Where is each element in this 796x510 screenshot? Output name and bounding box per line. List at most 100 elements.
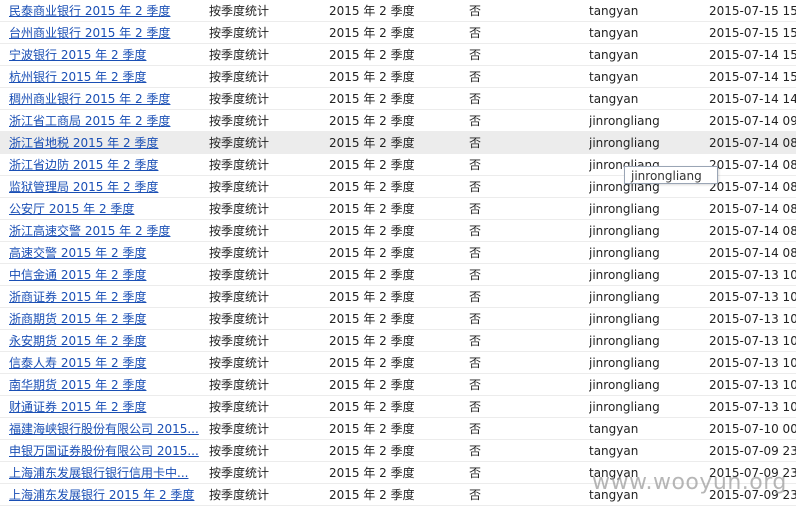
date-cell: 2015-07-10 00:2 — [709, 422, 796, 436]
report-name-link[interactable]: 申银万国证券股份有限公司 2015... — [9, 440, 199, 461]
report-name-link[interactable]: 稠州商业银行 2015 年 2 季度 — [9, 88, 199, 109]
report-name-link[interactable]: 台州商业银行 2015 年 2 季度 — [9, 22, 199, 43]
period-cell: 2015 年 2 季度 — [329, 180, 415, 194]
table-row[interactable]: 高速交警 2015 年 2 季度 按季度统计 2015 年 2 季度 否 jinrong… — [0, 242, 796, 264]
date-cell: 2015-07-15 15:2 — [709, 26, 796, 40]
report-name-cell: 中信金通 2015 年 2 季度 — [9, 264, 199, 285]
report-name-link[interactable]: 上海浦东发展银行 2015 年 2 季度 — [9, 484, 199, 505]
table-row[interactable]: 浙江高速交警 2015 年 2 季度 按季度统计 2015 年 2 季度 否 jinro… — [0, 220, 796, 242]
stat-type-cell: 按季度统计 — [209, 70, 270, 84]
report-name-link[interactable]: 浙江省边防 2015 年 2 季度 — [9, 154, 199, 175]
user-cell: tangyan — [589, 48, 639, 62]
report-name-link[interactable]: 浙商证券 2015 年 2 季度 — [9, 286, 199, 307]
report-name-link[interactable]: 民泰商业银行 2015 年 2 季度 — [9, 0, 199, 21]
flag-cell: 否 — [469, 70, 482, 84]
user-cell: tangyan — [589, 70, 639, 84]
stat-type-cell: 按季度统计 — [209, 202, 270, 216]
table-row[interactable]: 浙商证券 2015 年 2 季度 按季度统计 2015 年 2 季度 否 jinrong… — [0, 286, 796, 308]
table-row[interactable]: 财通证券 2015 年 2 季度 按季度统计 2015 年 2 季度 否 jinrong… — [0, 396, 796, 418]
date-cell: 2015-07-14 08:3 — [709, 246, 796, 260]
stat-type-cell: 按季度统计 — [209, 246, 270, 260]
period-cell: 2015 年 2 季度 — [329, 334, 415, 348]
report-name-cell: 财通证券 2015 年 2 季度 — [9, 396, 199, 417]
watermark: www.wooyun.org — [592, 470, 787, 495]
report-name-link[interactable]: 信泰人寿 2015 年 2 季度 — [9, 352, 199, 373]
report-name-cell: 浙商证券 2015 年 2 季度 — [9, 286, 199, 307]
date-cell: 2015-07-13 10:3 — [709, 312, 796, 326]
table-row[interactable]: 台州商业银行 2015 年 2 季度 按季度统计 2015 年 2 季度 否 tangy… — [0, 22, 796, 44]
report-name-cell: 台州商业银行 2015 年 2 季度 — [9, 22, 199, 43]
period-cell: 2015 年 2 季度 — [329, 444, 415, 458]
period-cell: 2015 年 2 季度 — [329, 400, 415, 414]
report-name-link[interactable]: 浙江省地税 2015 年 2 季度 — [9, 132, 199, 153]
table-row[interactable]: 申银万国证券股份有限公司 2015... 按季度统计 2015 年 2 季度 否 tan… — [0, 440, 796, 462]
user-cell: jinrongliang — [589, 290, 660, 304]
report-name-cell: 公安厅 2015 年 2 季度 — [9, 198, 199, 219]
period-cell: 2015 年 2 季度 — [329, 4, 415, 18]
flag-cell: 否 — [469, 356, 482, 370]
stat-type-cell: 按季度统计 — [209, 48, 270, 62]
table-row[interactable]: 稠州商业银行 2015 年 2 季度 按季度统计 2015 年 2 季度 否 tangy… — [0, 88, 796, 110]
date-cell: 2015-07-14 15:4 — [709, 48, 796, 62]
report-name-link[interactable]: 公安厅 2015 年 2 季度 — [9, 198, 199, 219]
report-name-link[interactable]: 杭州银行 2015 年 2 季度 — [9, 66, 199, 87]
table-row[interactable]: 永安期货 2015 年 2 季度 按季度统计 2015 年 2 季度 否 jinrong… — [0, 330, 796, 352]
user-cell: jinrongliang — [589, 246, 660, 260]
flag-cell: 否 — [469, 378, 482, 392]
flag-cell: 否 — [469, 136, 482, 150]
report-name-cell: 信泰人寿 2015 年 2 季度 — [9, 352, 199, 373]
report-name-link[interactable]: 南华期货 2015 年 2 季度 — [9, 374, 199, 395]
flag-cell: 否 — [469, 4, 482, 18]
stat-type-cell: 按季度统计 — [209, 4, 270, 18]
user-cell: jinrongliang — [589, 114, 660, 128]
table-row[interactable]: 浙商期货 2015 年 2 季度 按季度统计 2015 年 2 季度 否 jinrong… — [0, 308, 796, 330]
user-cell: tangyan — [589, 422, 639, 436]
period-cell: 2015 年 2 季度 — [329, 488, 415, 502]
period-cell: 2015 年 2 季度 — [329, 268, 415, 282]
date-cell: 2015-07-13 10:1 — [709, 400, 796, 414]
report-name-cell: 上海浦东发展银行 2015 年 2 季度 — [9, 484, 199, 505]
flag-cell: 否 — [469, 246, 482, 260]
table-row[interactable]: 南华期货 2015 年 2 季度 按季度统计 2015 年 2 季度 否 jinrong… — [0, 374, 796, 396]
report-name-link[interactable]: 财通证券 2015 年 2 季度 — [9, 396, 199, 417]
date-cell: 2015-07-09 23:0 — [709, 444, 796, 458]
report-name-link[interactable]: 监狱管理局 2015 年 2 季度 — [9, 176, 199, 197]
stat-type-cell: 按季度统计 — [209, 180, 270, 194]
user-cell: jinrongliang — [589, 136, 660, 150]
period-cell: 2015 年 2 季度 — [329, 48, 415, 62]
report-name-link[interactable]: 中信金通 2015 年 2 季度 — [9, 264, 199, 285]
flag-cell: 否 — [469, 114, 482, 128]
stat-type-cell: 按季度统计 — [209, 444, 270, 458]
table-row[interactable]: 民泰商业银行 2015 年 2 季度 按季度统计 2015 年 2 季度 否 tangy… — [0, 0, 796, 22]
date-cell: 2015-07-14 14:4 — [709, 92, 796, 106]
table-row[interactable]: 浙江省工商局 2015 年 2 季度 按季度统计 2015 年 2 季度 否 jinro… — [0, 110, 796, 132]
user-cell: jinrongliang — [589, 378, 660, 392]
date-cell: 2015-07-13 10:3 — [709, 290, 796, 304]
report-name-link[interactable]: 浙商期货 2015 年 2 季度 — [9, 308, 199, 329]
date-cell: 2015-07-15 15:3 — [709, 4, 796, 18]
period-cell: 2015 年 2 季度 — [329, 312, 415, 326]
user-cell: tangyan — [589, 92, 639, 106]
user-cell: jinrongliang — [589, 224, 660, 238]
report-name-link[interactable]: 高速交警 2015 年 2 季度 — [9, 242, 199, 263]
table-row[interactable]: 中信金通 2015 年 2 季度 按季度统计 2015 年 2 季度 否 jinrong… — [0, 264, 796, 286]
stat-type-cell: 按季度统计 — [209, 26, 270, 40]
user-cell: jinrongliang — [589, 268, 660, 282]
report-name-link[interactable]: 上海浦东发展银行银行信用卡中... — [9, 462, 199, 483]
table-row[interactable]: 宁波银行 2015 年 2 季度 按季度统计 2015 年 2 季度 否 tangyan… — [0, 44, 796, 66]
table-row[interactable]: 浙江省地税 2015 年 2 季度 按季度统计 2015 年 2 季度 否 jinron… — [0, 132, 796, 154]
table-row[interactable]: 杭州银行 2015 年 2 季度 按季度统计 2015 年 2 季度 否 tangyan… — [0, 66, 796, 88]
flag-cell: 否 — [469, 268, 482, 282]
table-row[interactable]: 福建海峡银行股份有限公司 2015... 按季度统计 2015 年 2 季度 否 tan… — [0, 418, 796, 440]
report-name-link[interactable]: 浙江高速交警 2015 年 2 季度 — [9, 220, 199, 241]
date-cell: 2015-07-14 08:4 — [709, 180, 796, 194]
flag-cell: 否 — [469, 202, 482, 216]
report-name-link[interactable]: 宁波银行 2015 年 2 季度 — [9, 44, 199, 65]
flag-cell: 否 — [469, 466, 482, 480]
table-row[interactable]: 信泰人寿 2015 年 2 季度 按季度统计 2015 年 2 季度 否 jinrong… — [0, 352, 796, 374]
period-cell: 2015 年 2 季度 — [329, 422, 415, 436]
report-name-link[interactable]: 永安期货 2015 年 2 季度 — [9, 330, 199, 351]
table-row[interactable]: 公安厅 2015 年 2 季度 按季度统计 2015 年 2 季度 否 jinrongl… — [0, 198, 796, 220]
report-name-link[interactable]: 福建海峡银行股份有限公司 2015... — [9, 418, 199, 439]
report-name-link[interactable]: 浙江省工商局 2015 年 2 季度 — [9, 110, 199, 131]
